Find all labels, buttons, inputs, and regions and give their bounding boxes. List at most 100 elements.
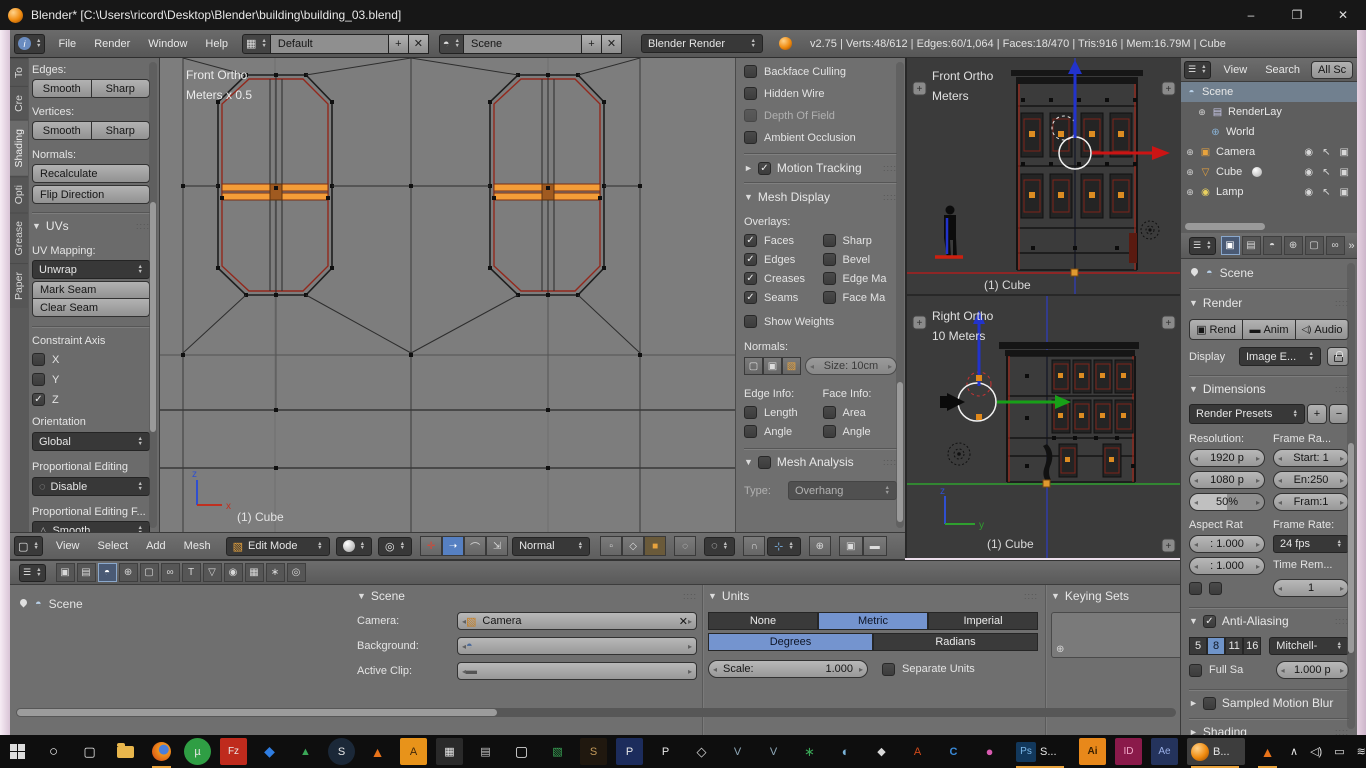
mesh-analysis-header[interactable]: Mesh Analysis [777, 455, 854, 469]
unwrap-menu[interactable]: Unwrap [32, 260, 150, 279]
outliner-row-cube[interactable]: ⊕ ▽ Cube ◉↖▣ [1181, 162, 1357, 182]
keying-sets-list[interactable]: ⊕ [1051, 612, 1180, 658]
mesh-display-header[interactable]: Mesh Display [758, 190, 830, 204]
tb-start[interactable] [4, 738, 31, 765]
tb-calculator[interactable]: ▦ [436, 738, 463, 765]
opengl-render-anim-button[interactable]: ▬ [863, 536, 887, 556]
panel-expand-icon[interactable]: ▼ [708, 591, 717, 601]
dof-checkbox[interactable] [744, 109, 757, 122]
bevel-checkbox[interactable] [823, 253, 836, 266]
unit-scale-slider[interactable]: Scale:1.000 [708, 660, 868, 678]
proportional-editing-select[interactable]: ◌Disable [32, 477, 150, 496]
visibility-eye-icon[interactable]: ◉ [1304, 167, 1313, 178]
visibility-eye-icon[interactable]: ◉ [1304, 147, 1313, 158]
sampled-motion-blur-header[interactable]: Sampled Motion Blur [1222, 696, 1333, 710]
proportional-edit-select[interactable]: ◌ [704, 537, 735, 556]
tb-cortana[interactable]: ○ [40, 738, 67, 765]
sampled-motion-blur-checkbox[interactable] [1203, 697, 1216, 710]
opengl-render-button[interactable]: ▣ [839, 536, 863, 556]
background-field[interactable]: ◓ [457, 637, 697, 655]
scene-panel-header[interactable]: Scene [371, 589, 405, 603]
render-engine-select[interactable]: Blender Render [641, 34, 763, 53]
pivot-point-select[interactable]: ◎ [378, 537, 412, 556]
normals-size-field[interactable]: Size: 10cm [805, 357, 897, 375]
axis-z-checkbox[interactable] [32, 393, 45, 406]
expand-icon[interactable]: ⊕ [1185, 147, 1195, 158]
edge-marks-checkbox[interactable] [823, 272, 836, 285]
resolution-y-field[interactable]: 1080 p [1189, 471, 1265, 489]
seams-checkbox[interactable] [744, 291, 757, 304]
clear-x-icon[interactable]: ✕ [679, 615, 688, 628]
viewport-shading-select[interactable] [336, 537, 372, 556]
ambient-occlusion-checkbox[interactable] [744, 131, 757, 144]
bottom-editor-type-button[interactable]: ☰ [19, 564, 46, 582]
panel-expand-icon[interactable]: ▼ [357, 591, 366, 601]
shelf-tab-shading[interactable]: Shading [10, 120, 28, 176]
edges-checkbox[interactable] [744, 253, 757, 266]
anti-aliasing-header[interactable]: Anti-Aliasing [1222, 614, 1289, 628]
expand-icon[interactable]: ⊕ [1185, 167, 1195, 178]
tab-constraints[interactable]: ∞ [161, 563, 180, 582]
panel-expand-icon[interactable]: ► [1189, 727, 1198, 735]
loose-normals-toggle[interactable]: ▣ [763, 357, 782, 375]
outliner-row-camera[interactable]: ⊕ ▣ Camera ◉↖▣ [1181, 142, 1357, 162]
selectability-pointer-icon[interactable]: ↖ [1322, 147, 1330, 158]
tb-autodesk-1[interactable]: V [724, 738, 751, 765]
shading-panel-header[interactable]: Shading [1203, 725, 1247, 735]
tb-after-effects[interactable]: Ae [1151, 738, 1178, 765]
outliner-row-world[interactable]: ⊕ World [1181, 122, 1357, 142]
front-ortho-viewport[interactable]: ++ Front Ortho Meters (1) Cube [905, 58, 1180, 294]
minimize-button[interactable]: – [1228, 0, 1274, 30]
menu-file[interactable]: File [49, 38, 85, 50]
tb-notepad[interactable]: ▤ [472, 738, 499, 765]
mode-select[interactable]: ▧Edit Mode [226, 537, 330, 556]
aspect-y-field[interactable]: : 1.000 [1189, 557, 1265, 575]
active-clip-field[interactable]: ▬ [457, 662, 697, 680]
preset-remove-button[interactable]: − [1329, 404, 1349, 424]
pin-icon[interactable] [18, 599, 28, 609]
menu-window[interactable]: Window [139, 38, 196, 50]
tool-shelf-scrollbar[interactable] [149, 62, 157, 528]
tray-chevron-icon[interactable]: ∧ [1290, 745, 1298, 758]
outliner-row-lamp[interactable]: ⊕ ◉ Lamp ◉↖▣ [1181, 182, 1357, 202]
tab-render[interactable]: ▣ [56, 563, 75, 582]
uvs-panel-header[interactable]: UVs [46, 219, 69, 233]
panel-expand-icon[interactable]: ▼ [32, 221, 41, 231]
menu-view[interactable]: View [47, 540, 89, 552]
selectability-pointer-icon[interactable]: ↖ [1322, 187, 1330, 198]
keying-sets-panel-header[interactable]: Keying Sets [1065, 589, 1129, 603]
units-panel-header[interactable]: Units [722, 589, 749, 603]
aa-filter-select[interactable]: Mitchell- [1269, 637, 1349, 655]
panel-expand-icon[interactable]: ► [1189, 698, 1198, 708]
tb-p-white[interactable]: P [652, 738, 679, 765]
scene-close-button[interactable]: ✕ [602, 34, 622, 54]
selectability-pointer-icon[interactable]: ↖ [1322, 167, 1330, 178]
rotate-manipulator-button[interactable]: ⌒ [464, 536, 486, 556]
outliner-filter-select[interactable]: All Sc [1311, 61, 1353, 79]
face-marks-checkbox[interactable] [823, 291, 836, 304]
tab-object[interactable]: ▢ [140, 563, 159, 582]
recalculate-button[interactable]: Recalculate [32, 164, 150, 183]
aspect-x-field[interactable]: : 1.000 [1189, 535, 1265, 553]
transform-orientation-select[interactable]: Normal [512, 537, 590, 556]
tb-indesign[interactable]: ID [1115, 738, 1142, 765]
manipulator-toggle[interactable]: ✛ [420, 536, 442, 556]
aa-size-field[interactable]: 1.000 p [1276, 661, 1349, 679]
tb-firefox[interactable] [148, 738, 175, 765]
tb-unity[interactable]: ◇ [688, 738, 715, 765]
anti-aliasing-checkbox[interactable] [1203, 615, 1216, 628]
shelf-tab-paper[interactable]: Paper [10, 263, 28, 308]
tray-wifi-icon[interactable]: ≋ [1357, 745, 1366, 758]
units-none-button[interactable]: None [708, 612, 818, 630]
manipulate-center-points-button[interactable]: ⊕ [809, 536, 831, 556]
vertices-smooth-button[interactable]: Smooth [32, 121, 91, 140]
frame-end-field[interactable]: En:250 [1273, 471, 1349, 489]
render-button[interactable]: ▣Rend [1189, 319, 1242, 340]
tb-photoshop[interactable]: PsS... [1012, 738, 1070, 765]
show-weights-checkbox[interactable] [744, 315, 757, 328]
display-lock-button[interactable] [1327, 347, 1349, 366]
tb-p-dark[interactable]: P [616, 738, 643, 765]
tb-round[interactable]: ◐ [832, 738, 859, 765]
scale-manipulator-button[interactable]: ⇲ [486, 536, 508, 556]
tab-texture[interactable]: ▦ [245, 563, 264, 582]
